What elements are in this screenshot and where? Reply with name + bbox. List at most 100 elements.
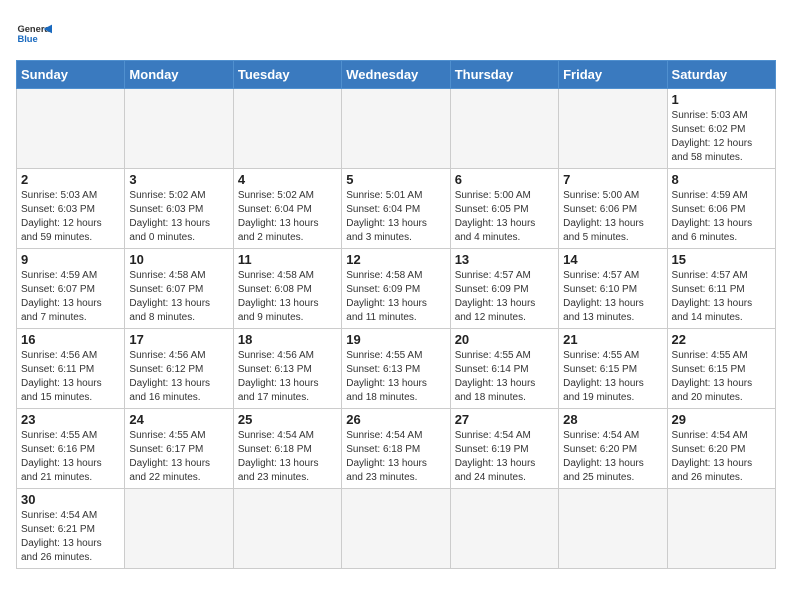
day-number: 22 [672, 332, 771, 347]
calendar-cell: 1 Sunrise: 5:03 AM Sunset: 6:02 PM Daylig… [667, 89, 775, 169]
generalblue-logo-icon: General Blue [16, 16, 52, 52]
calendar-week-row: 2Sunrise: 5:03 AM Sunset: 6:03 PM Daylig… [17, 169, 776, 249]
calendar-cell: 10Sunrise: 4:58 AM Sunset: 6:07 PM Dayli… [125, 249, 233, 329]
calendar-cell: 3 Sunrise: 5:02 AM Sunset: 6:03 PM Daylig… [125, 169, 233, 249]
day-info: Sunrise: 4:55 AM Sunset: 6:16 PM Dayligh… [21, 429, 120, 485]
calendar-cell: 18Sunrise: 4:56 AM Sunset: 6:13 PM Dayli… [233, 329, 341, 409]
calendar-cell: 5 Sunrise: 5:01 AM Sunset: 6:04 PM Daylig… [342, 169, 450, 249]
day-number: 23 [21, 412, 120, 427]
day-number: 25 [238, 412, 337, 427]
calendar-cell: 28Sunrise: 4:54 AM Sunset: 6:20 PM Dayli… [559, 409, 667, 489]
calendar-cell: 21 Sunrise: 4:55 AM Sunset: 6:15 PM Dayli… [559, 329, 667, 409]
day-number: 15 [672, 252, 771, 267]
calendar-cell: 20 Sunrise: 4:55 AM Sunset: 6:14 PM Dayli… [450, 329, 558, 409]
calendar-cell: 4Sunrise: 5:02 AM Sunset: 6:04 PM Daylig… [233, 169, 341, 249]
calendar-cell: 19 Sunrise: 4:55 AM Sunset: 6:13 PM Dayli… [342, 329, 450, 409]
day-number: 9 [21, 252, 120, 267]
day-number: 21 [563, 332, 662, 347]
day-info: Sunrise: 4:57 AM Sunset: 6:09 PM Dayligh… [455, 269, 554, 325]
day-number: 3 [129, 172, 228, 187]
day-info: Sunrise: 5:00 AM Sunset: 6:06 PM Dayligh… [563, 189, 662, 245]
day-info: Sunrise: 4:57 AM Sunset: 6:10 PM Dayligh… [563, 269, 662, 325]
calendar-cell: 14 Sunrise: 4:57 AM Sunset: 6:10 PM Dayli… [559, 249, 667, 329]
calendar-cell [233, 489, 341, 569]
day-number: 26 [346, 412, 445, 427]
calendar-cell: 15Sunrise: 4:57 AM Sunset: 6:11 PM Dayli… [667, 249, 775, 329]
calendar-cell: 27 Sunrise: 4:54 AM Sunset: 6:19 PM Dayli… [450, 409, 558, 489]
calendar-cell: 24Sunrise: 4:55 AM Sunset: 6:17 PM Dayli… [125, 409, 233, 489]
day-info: Sunrise: 5:02 AM Sunset: 6:03 PM Dayligh… [129, 189, 228, 245]
calendar-cell: 22 Sunrise: 4:55 AM Sunset: 6:15 PM Dayli… [667, 329, 775, 409]
calendar-cell: 2Sunrise: 5:03 AM Sunset: 6:03 PM Daylig… [17, 169, 125, 249]
calendar-cell [450, 89, 558, 169]
calendar-cell [450, 489, 558, 569]
day-info: Sunrise: 4:55 AM Sunset: 6:13 PM Dayligh… [346, 349, 445, 405]
day-info: Sunrise: 4:59 AM Sunset: 6:06 PM Dayligh… [672, 189, 771, 245]
day-info: Sunrise: 5:03 AM Sunset: 6:02 PM Dayligh… [672, 109, 771, 165]
calendar-cell: 6Sunrise: 5:00 AM Sunset: 6:05 PM Daylig… [450, 169, 558, 249]
calendar-cell: 8 Sunrise: 4:59 AM Sunset: 6:06 PM Daylig… [667, 169, 775, 249]
weekday-header-tuesday: Tuesday [233, 61, 341, 89]
day-number: 11 [238, 252, 337, 267]
calendar-cell [667, 489, 775, 569]
day-number: 18 [238, 332, 337, 347]
calendar-cell: 16Sunrise: 4:56 AM Sunset: 6:11 PM Dayli… [17, 329, 125, 409]
calendar-cell: 29Sunrise: 4:54 AM Sunset: 6:20 PM Dayli… [667, 409, 775, 489]
calendar-cell [559, 489, 667, 569]
day-info: Sunrise: 5:01 AM Sunset: 6:04 PM Dayligh… [346, 189, 445, 245]
calendar-table: SundayMondayTuesdayWednesdayThursdayFrid… [16, 60, 776, 569]
weekday-header-thursday: Thursday [450, 61, 558, 89]
calendar-cell [342, 489, 450, 569]
calendar-cell: 13 Sunrise: 4:57 AM Sunset: 6:09 PM Dayli… [450, 249, 558, 329]
day-info: Sunrise: 4:54 AM Sunset: 6:18 PM Dayligh… [238, 429, 337, 485]
day-info: Sunrise: 4:54 AM Sunset: 6:18 PM Dayligh… [346, 429, 445, 485]
calendar-cell: 26 Sunrise: 4:54 AM Sunset: 6:18 PM Dayli… [342, 409, 450, 489]
weekday-header-monday: Monday [125, 61, 233, 89]
day-number: 7 [563, 172, 662, 187]
day-number: 1 [672, 92, 771, 107]
day-info: Sunrise: 4:56 AM Sunset: 6:12 PM Dayligh… [129, 349, 228, 405]
calendar-cell [17, 89, 125, 169]
calendar-cell [559, 89, 667, 169]
calendar-week-row: 23 Sunrise: 4:55 AM Sunset: 6:16 PM Dayli… [17, 409, 776, 489]
calendar-cell: 9 Sunrise: 4:59 AM Sunset: 6:07 PM Daylig… [17, 249, 125, 329]
weekday-header-row: SundayMondayTuesdayWednesdayThursdayFrid… [17, 61, 776, 89]
calendar-cell [125, 489, 233, 569]
svg-text:Blue: Blue [17, 34, 37, 44]
day-number: 8 [672, 172, 771, 187]
weekday-header-friday: Friday [559, 61, 667, 89]
calendar-cell: 11Sunrise: 4:58 AM Sunset: 6:08 PM Dayli… [233, 249, 341, 329]
calendar-cell: 7 Sunrise: 5:00 AM Sunset: 6:06 PM Daylig… [559, 169, 667, 249]
day-number: 14 [563, 252, 662, 267]
calendar-cell: 25 Sunrise: 4:54 AM Sunset: 6:18 PM Dayli… [233, 409, 341, 489]
day-number: 27 [455, 412, 554, 427]
day-info: Sunrise: 5:03 AM Sunset: 6:03 PM Dayligh… [21, 189, 120, 245]
day-info: Sunrise: 4:58 AM Sunset: 6:09 PM Dayligh… [346, 269, 445, 325]
day-info: Sunrise: 4:55 AM Sunset: 6:17 PM Dayligh… [129, 429, 228, 485]
day-number: 13 [455, 252, 554, 267]
day-number: 28 [563, 412, 662, 427]
weekday-header-saturday: Saturday [667, 61, 775, 89]
day-number: 5 [346, 172, 445, 187]
day-info: Sunrise: 4:59 AM Sunset: 6:07 PM Dayligh… [21, 269, 120, 325]
day-info: Sunrise: 4:55 AM Sunset: 6:14 PM Dayligh… [455, 349, 554, 405]
weekday-header-wednesday: Wednesday [342, 61, 450, 89]
day-info: Sunrise: 4:54 AM Sunset: 6:20 PM Dayligh… [672, 429, 771, 485]
day-info: Sunrise: 4:54 AM Sunset: 6:19 PM Dayligh… [455, 429, 554, 485]
day-number: 19 [346, 332, 445, 347]
calendar-week-row: 16Sunrise: 4:56 AM Sunset: 6:11 PM Dayli… [17, 329, 776, 409]
calendar-week-row: 30Sunrise: 4:54 AM Sunset: 6:21 PM Dayli… [17, 489, 776, 569]
day-number: 10 [129, 252, 228, 267]
calendar-cell: 12 Sunrise: 4:58 AM Sunset: 6:09 PM Dayli… [342, 249, 450, 329]
weekday-header-sunday: Sunday [17, 61, 125, 89]
day-number: 12 [346, 252, 445, 267]
calendar-week-row: 1 Sunrise: 5:03 AM Sunset: 6:02 PM Daylig… [17, 89, 776, 169]
day-number: 30 [21, 492, 120, 507]
day-info: Sunrise: 4:55 AM Sunset: 6:15 PM Dayligh… [563, 349, 662, 405]
calendar-cell [233, 89, 341, 169]
calendar-week-row: 9 Sunrise: 4:59 AM Sunset: 6:07 PM Daylig… [17, 249, 776, 329]
day-number: 16 [21, 332, 120, 347]
day-info: Sunrise: 4:55 AM Sunset: 6:15 PM Dayligh… [672, 349, 771, 405]
calendar-cell [342, 89, 450, 169]
day-number: 20 [455, 332, 554, 347]
